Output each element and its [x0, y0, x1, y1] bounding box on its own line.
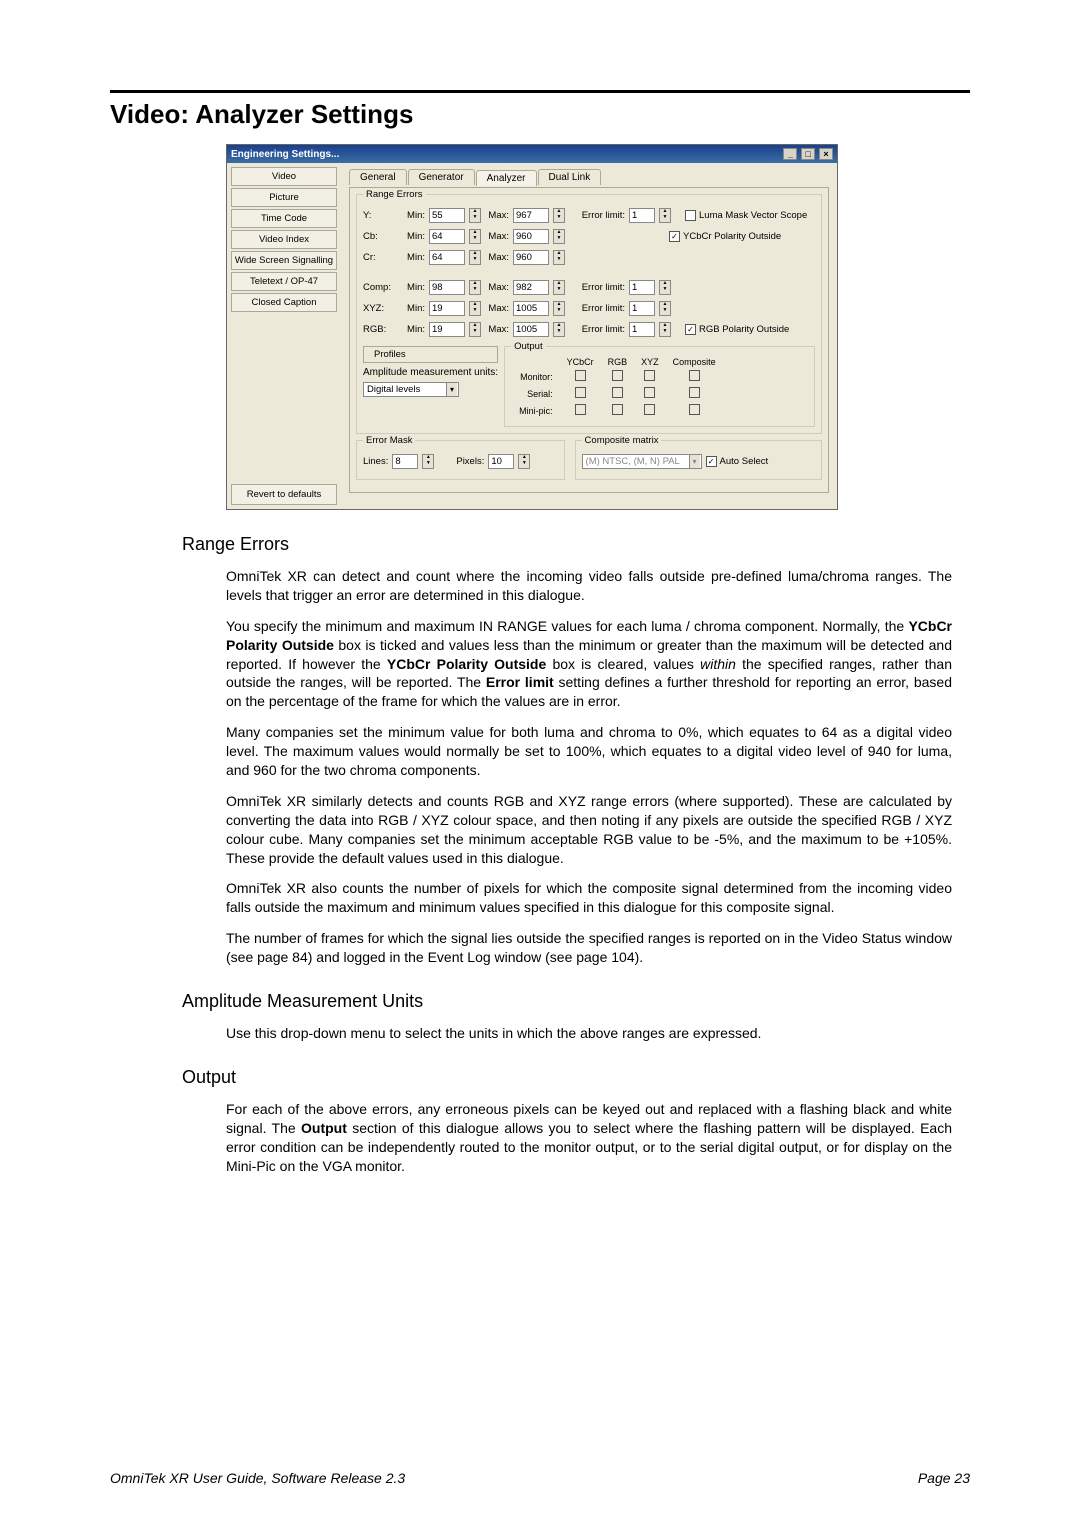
sidebar-item-cc[interactable]: Closed Caption — [231, 293, 337, 312]
window-title: Engineering Settings... — [231, 149, 339, 160]
out-serial-rgb[interactable] — [612, 387, 623, 398]
cb-label: Cb: — [363, 231, 397, 242]
spinner-icon[interactable]: ▲▼ — [553, 229, 565, 244]
out-monitor-xyz[interactable] — [644, 370, 655, 381]
out-monitor-comp[interactable] — [689, 370, 700, 381]
error-mask-group: Error Mask Lines: 8▲▼ Pixels: 10▲▼ — [356, 440, 565, 480]
rgb-err-input[interactable]: 1 — [629, 322, 655, 337]
minimize-icon[interactable]: _ — [783, 148, 797, 160]
sidebar-item-timecode[interactable]: Time Code — [231, 209, 337, 228]
spinner-icon[interactable]: ▲▼ — [659, 280, 671, 295]
tab-duallink[interactable]: Dual Link — [538, 169, 602, 185]
cb-min-input[interactable]: 64 — [429, 229, 465, 244]
out-monitor-ycbcr[interactable] — [575, 370, 586, 381]
spinner-icon[interactable]: ▲▼ — [659, 322, 671, 337]
out-serial-ycbcr[interactable] — [575, 387, 586, 398]
sidebar-item-wss[interactable]: Wide Screen Signalling — [231, 251, 337, 270]
xyz-min-input[interactable]: 19 — [429, 301, 465, 316]
luma-mask-checkbox[interactable]: Luma Mask Vector Scope — [685, 210, 807, 221]
close-icon[interactable]: × — [819, 148, 833, 160]
composite-dropdown[interactable]: (M) NTSC, (M, N) PAL — [582, 454, 702, 469]
comp-err-input[interactable]: 1 — [629, 280, 655, 295]
sidebar-item-video[interactable]: Video — [231, 167, 337, 186]
xyz-label: XYZ: — [363, 303, 397, 314]
tab-general[interactable]: General — [349, 169, 407, 185]
ycbcr-polarity-checkbox[interactable]: ✓YCbCr Polarity Outside — [669, 231, 781, 242]
out-minipic-ycbcr[interactable] — [575, 404, 586, 415]
spinner-icon[interactable]: ▲▼ — [422, 454, 434, 469]
page-footer: OmniTek XR User Guide, Software Release … — [110, 1470, 970, 1486]
comp-min-input[interactable]: 98 — [429, 280, 465, 295]
pixels-input[interactable]: 10 — [488, 454, 514, 469]
output-heading: Output — [182, 1067, 970, 1088]
range-errors-group: Range Errors Y: Min: 55▲▼ Max: 967▲▼ Err… — [356, 194, 822, 434]
spinner-icon[interactable]: ▲▼ — [469, 322, 481, 337]
amu-heading: Amplitude Measurement Units — [182, 991, 970, 1012]
sidebar-item-picture[interactable]: Picture — [231, 188, 337, 207]
sidebar: Video Picture Time Code Video Index Wide… — [227, 163, 341, 509]
spinner-icon[interactable]: ▲▼ — [518, 454, 530, 469]
y-err-input[interactable]: 1 — [629, 208, 655, 223]
body-paragraph: Many companies set the minimum value for… — [226, 723, 952, 780]
output-group: Output YCbCr RGB XYZ Composite Monitor: — [504, 346, 815, 427]
range-errors-heading: Range Errors — [182, 534, 970, 555]
sidebar-item-teletext[interactable]: Teletext / OP-47 — [231, 272, 337, 291]
xyz-err-input[interactable]: 1 — [629, 301, 655, 316]
spinner-icon[interactable]: ▲▼ — [469, 301, 481, 316]
out-monitor-rgb[interactable] — [612, 370, 623, 381]
cr-min-input[interactable]: 64 — [429, 250, 465, 265]
rgb-label: RGB: — [363, 324, 397, 335]
body-paragraph: OmniTek XR also counts the number of pix… — [226, 879, 952, 917]
profiles-button[interactable]: Profiles — [363, 346, 498, 363]
amu-label: Amplitude measurement units: — [363, 367, 498, 378]
maximize-icon[interactable]: □ — [801, 148, 815, 160]
cb-max-input[interactable]: 960 — [513, 229, 549, 244]
y-min-input[interactable]: 55 — [429, 208, 465, 223]
page-title: Video: Analyzer Settings — [110, 99, 970, 130]
spinner-icon[interactable]: ▲▼ — [553, 250, 565, 265]
rgb-max-input[interactable]: 1005 — [513, 322, 549, 337]
spinner-icon[interactable]: ▲▼ — [553, 301, 565, 316]
body-paragraph: Use this drop-down menu to select the un… — [226, 1024, 952, 1043]
sidebar-item-videoindex[interactable]: Video Index — [231, 230, 337, 249]
body-paragraph: OmniTek XR can detect and count where th… — [226, 567, 952, 605]
spinner-icon[interactable]: ▲▼ — [553, 280, 565, 295]
tabs: General Generator Analyzer Dual Link — [349, 169, 829, 185]
spinner-icon[interactable]: ▲▼ — [469, 280, 481, 295]
comp-max-input[interactable]: 982 — [513, 280, 549, 295]
spinner-icon[interactable]: ▲▼ — [469, 229, 481, 244]
spinner-icon[interactable]: ▲▼ — [469, 250, 481, 265]
rgb-min-input[interactable]: 19 — [429, 322, 465, 337]
auto-select-checkbox[interactable]: ✓Auto Select — [706, 456, 769, 467]
out-minipic-comp[interactable] — [689, 404, 700, 415]
spinner-icon[interactable]: ▲▼ — [553, 208, 565, 223]
spinner-icon[interactable]: ▲▼ — [553, 322, 565, 337]
out-minipic-xyz[interactable] — [644, 404, 655, 415]
settings-window: Engineering Settings... _ □ × Video Pict… — [226, 144, 838, 510]
cr-label: Cr: — [363, 252, 397, 263]
body-paragraph: You specify the minimum and maximum IN R… — [226, 617, 952, 711]
composite-matrix-group: Composite matrix (M) NTSC, (M, N) PAL ✓A… — [575, 440, 822, 480]
cr-max-input[interactable]: 960 — [513, 250, 549, 265]
out-serial-comp[interactable] — [689, 387, 700, 398]
out-serial-xyz[interactable] — [644, 387, 655, 398]
spinner-icon[interactable]: ▲▼ — [469, 208, 481, 223]
spinner-icon[interactable]: ▲▼ — [659, 301, 671, 316]
tab-analyzer[interactable]: Analyzer — [476, 170, 537, 186]
body-paragraph: For each of the above errors, any errone… — [226, 1100, 952, 1176]
y-label: Y: — [363, 210, 397, 221]
body-paragraph: The number of frames for which the signa… — [226, 929, 952, 967]
body-paragraph: OmniTek XR similarly detects and counts … — [226, 792, 952, 868]
spinner-icon[interactable]: ▲▼ — [659, 208, 671, 223]
lines-input[interactable]: 8 — [392, 454, 418, 469]
y-max-input[interactable]: 967 — [513, 208, 549, 223]
revert-button[interactable]: Revert to defaults — [231, 484, 337, 505]
rgb-polarity-checkbox[interactable]: ✓RGB Polarity Outside — [685, 324, 789, 335]
comp-label: Comp: — [363, 282, 397, 293]
out-minipic-rgb[interactable] — [612, 404, 623, 415]
xyz-max-input[interactable]: 1005 — [513, 301, 549, 316]
amu-dropdown[interactable]: Digital levels — [363, 382, 459, 397]
tab-generator[interactable]: Generator — [408, 169, 475, 185]
